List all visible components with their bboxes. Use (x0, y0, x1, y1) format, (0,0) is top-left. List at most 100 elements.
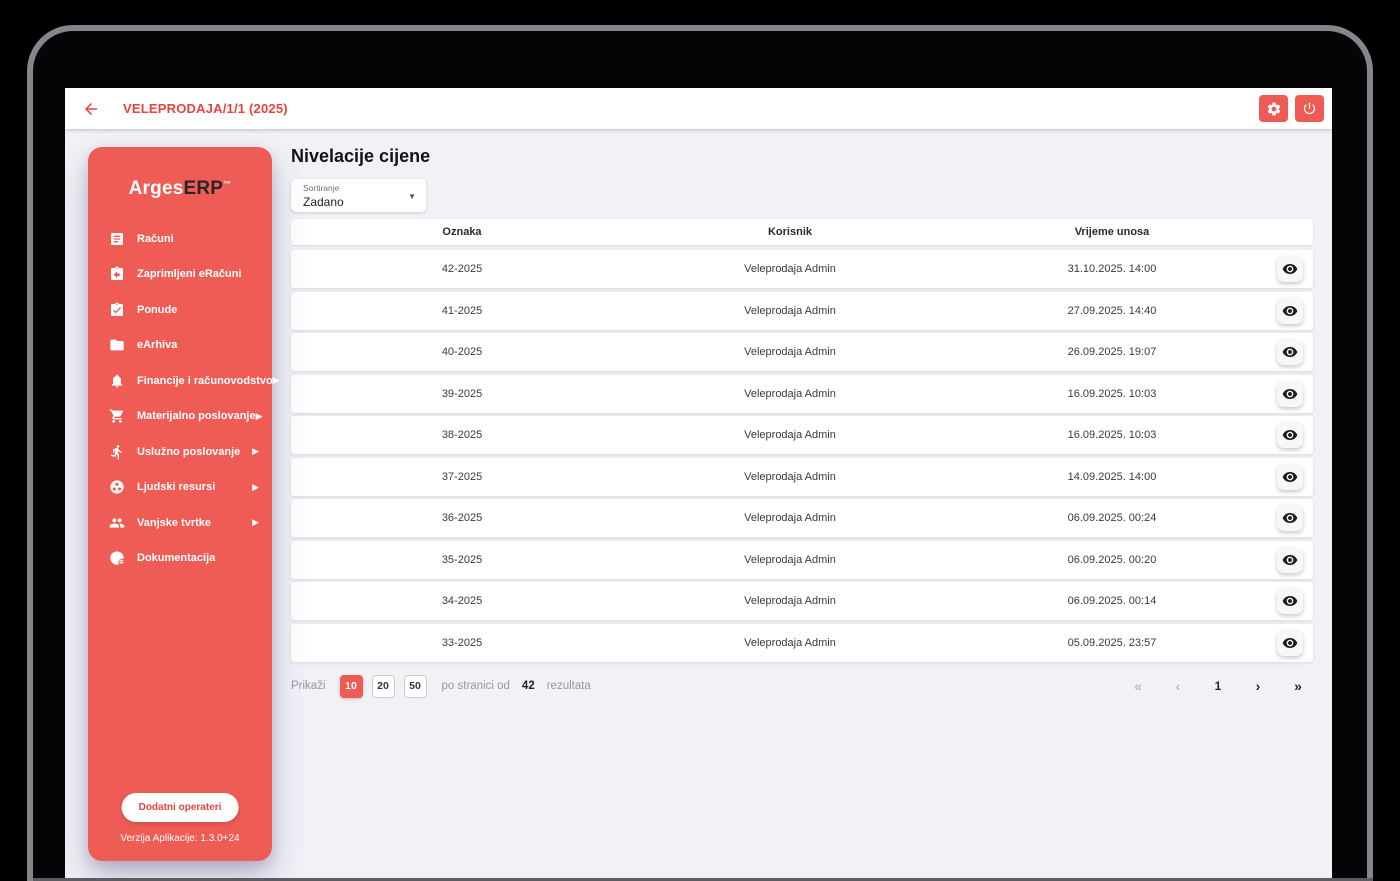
chevron-right-icon: ▶ (252, 481, 259, 492)
view-row-button[interactable] (1277, 339, 1303, 365)
power-button[interactable] (1295, 95, 1324, 122)
view-row-button[interactable] (1277, 380, 1303, 407)
table-row: 42-2025 Veleprodaja Admin 31.10.2025. 14… (291, 250, 1313, 288)
table-body: 42-2025 Veleprodaja Admin 31.10.2025. 14… (291, 250, 1313, 662)
app-version-label: Verzija Aplikacije: 1.3.0+24 (120, 833, 240, 844)
app-logo: ArgesERP™ (88, 178, 272, 200)
top-app-bar: VELEPRODAJA/1/1 (2025) (65, 88, 1332, 129)
sidebar-item-ra-uni[interactable]: Računi ▶ (88, 221, 272, 257)
sidebar-item-ljudski-resursi[interactable]: Ljudski resursi ▶ (88, 470, 272, 506)
page-size-50-button[interactable]: 50 (403, 674, 427, 698)
cell-korisnik: Veleprodaja Admin (744, 304, 836, 317)
cell-vrijeme: 05.09.2025. 23:57 (1067, 636, 1157, 649)
settings-button[interactable] (1259, 95, 1288, 122)
sidebar-item-dokumentacija[interactable]: Dokumentacija ▶ (88, 541, 272, 577)
chevron-right-icon: ▶ (252, 517, 259, 528)
table-header: Oznaka Korisnik Vrijeme unosa (291, 219, 1313, 245)
table-row: 38-2025 Veleprodaja Admin 16.09.2025. 10… (291, 416, 1313, 454)
pagination-mid-label: po stranici od (441, 680, 510, 692)
view-row-button[interactable] (1277, 297, 1303, 324)
view-row-button[interactable] (1277, 588, 1303, 614)
chevrons-right-icon[interactable]: » (1283, 678, 1313, 694)
sidebar: ArgesERP™ Računi ▶ Zaprimljeni eRačuni ▶… (88, 147, 280, 861)
main-content: Nivelacije cijene Sortiranje Zadano ▼ Oz… (291, 129, 1313, 698)
logo-part-dark: ERP (183, 178, 224, 199)
cell-korisnik: Veleprodaja Admin (744, 387, 836, 400)
column-header-oznaka: Oznaka (442, 226, 482, 238)
sidebar-item-materijalno-poslovanje[interactable]: Materijalno poslovanje ▶ (88, 399, 272, 435)
cart-icon (109, 408, 125, 424)
eye-icon (1282, 303, 1298, 319)
cell-korisnik: Veleprodaja Admin (744, 263, 836, 275)
cell-oznaka: 34-2025 (441, 595, 483, 607)
back-button[interactable] (77, 95, 105, 123)
folder-icon (109, 337, 125, 353)
cell-vrijeme: 16.09.2025. 10:03 (1067, 387, 1157, 400)
pagination-total-count: 42 (521, 680, 535, 692)
chevron-left-icon[interactable]: ‹ (1163, 678, 1193, 694)
cell-oznaka: 36-2025 (441, 512, 483, 524)
breadcrumb-title: VELEPRODAJA/1/1 (2025) (123, 101, 288, 116)
cell-oznaka: 41-2025 (441, 304, 483, 317)
eye-icon (1282, 552, 1298, 568)
eye-icon (1282, 510, 1298, 526)
sidebar-menu: Računi ▶ Zaprimljeni eRačuni ▶ Ponude ▶ … (88, 221, 280, 577)
table-row: 40-2025 Veleprodaja Admin 26.09.2025. 19… (291, 333, 1313, 371)
sidebar-item-financije-i-ra-unovodstvo[interactable]: Financije i računovodstvo ▶ (88, 363, 280, 399)
sidebar-item-zaprimljeni-era-uni[interactable]: Zaprimljeni eRačuni ▶ (88, 257, 272, 293)
table-row: 37-2025 Veleprodaja Admin 14.09.2025. 14… (291, 457, 1313, 496)
sidebar-item-vanjske-tvrtke[interactable]: Vanjske tvrtke ▶ (88, 505, 272, 541)
app-screen: VELEPRODAJA/1/1 (2025) ArgesERP™ Računi … (65, 88, 1332, 881)
chevron-right-icon[interactable]: › (1243, 678, 1273, 694)
cell-vrijeme: 06.09.2025. 00:14 (1067, 595, 1157, 607)
sidebar-item-earhiva[interactable]: eArhiva ▶ (88, 328, 272, 364)
cell-oznaka: 40-2025 (441, 346, 483, 358)
table-row: 34-2025 Veleprodaja Admin 06.09.2025. 00… (291, 582, 1313, 620)
column-header-vrijeme-unosa: Vrijeme unosa (1074, 226, 1150, 238)
receipt-icon (109, 231, 125, 247)
arrow-left-icon (82, 100, 100, 118)
sidebar-item-uslu-no-poslovanje[interactable]: Uslužno poslovanje ▶ (88, 434, 272, 470)
chevrons-left-icon[interactable]: « (1123, 678, 1153, 694)
cell-vrijeme: 26.09.2025. 19:07 (1067, 346, 1157, 358)
cell-oznaka: 33-2025 (441, 636, 483, 649)
chevron-right-icon: ▶ (252, 446, 259, 457)
sidebar-item-ponude[interactable]: Ponude ▶ (88, 292, 272, 328)
table-row: 33-2025 Veleprodaja Admin 05.09.2025. 23… (291, 623, 1313, 662)
view-row-button[interactable] (1277, 256, 1303, 282)
view-row-button[interactable] (1277, 505, 1303, 531)
group-work-icon (109, 479, 125, 495)
cell-korisnik: Veleprodaja Admin (744, 512, 836, 524)
chevron-right-icon: ▶ (255, 410, 263, 421)
view-row-button[interactable] (1277, 629, 1303, 656)
logo-trademark: ™ (223, 179, 232, 189)
cell-korisnik: Veleprodaja Admin (744, 470, 836, 483)
cell-vrijeme: 06.09.2025. 00:24 (1067, 512, 1157, 524)
pagination-prefix-label: Prikaži (291, 680, 326, 692)
view-row-button[interactable] (1277, 546, 1303, 573)
running-person-icon (109, 444, 125, 460)
cell-vrijeme: 14.09.2025. 14:00 (1067, 470, 1157, 483)
offers-list-icon (109, 302, 125, 318)
table-row: 35-2025 Veleprodaja Admin 06.09.2025. 00… (291, 540, 1313, 579)
cell-vrijeme: 16.09.2025. 10:03 (1067, 429, 1157, 441)
people-icon (109, 515, 125, 531)
eye-icon (1282, 386, 1298, 402)
eye-icon (1282, 427, 1298, 443)
power-icon (1302, 101, 1317, 116)
cell-oznaka: 42-2025 (441, 263, 483, 275)
page-size-20-button[interactable]: 20 (371, 674, 395, 698)
cell-vrijeme: 31.10.2025. 14:00 (1067, 263, 1157, 275)
additional-operators-button[interactable]: Dodatni operateri (121, 793, 239, 822)
page-size-buttons: 10 20 50 (339, 674, 436, 698)
logo-part-light: Arges (128, 178, 184, 199)
view-row-button[interactable] (1277, 463, 1303, 490)
inbox-receipt-icon (109, 266, 125, 282)
view-row-button[interactable] (1277, 422, 1303, 448)
pagination-bar: Prikaži 10 20 50 po stranici od 42 rezulta… (291, 674, 1313, 698)
gear-icon (1266, 101, 1282, 117)
page-size-10-button[interactable]: 10 (339, 674, 363, 698)
sort-value: Zadano (303, 195, 344, 209)
sort-select[interactable]: Sortiranje Zadano ▼ (291, 179, 426, 212)
cell-korisnik: Veleprodaja Admin (744, 429, 836, 441)
